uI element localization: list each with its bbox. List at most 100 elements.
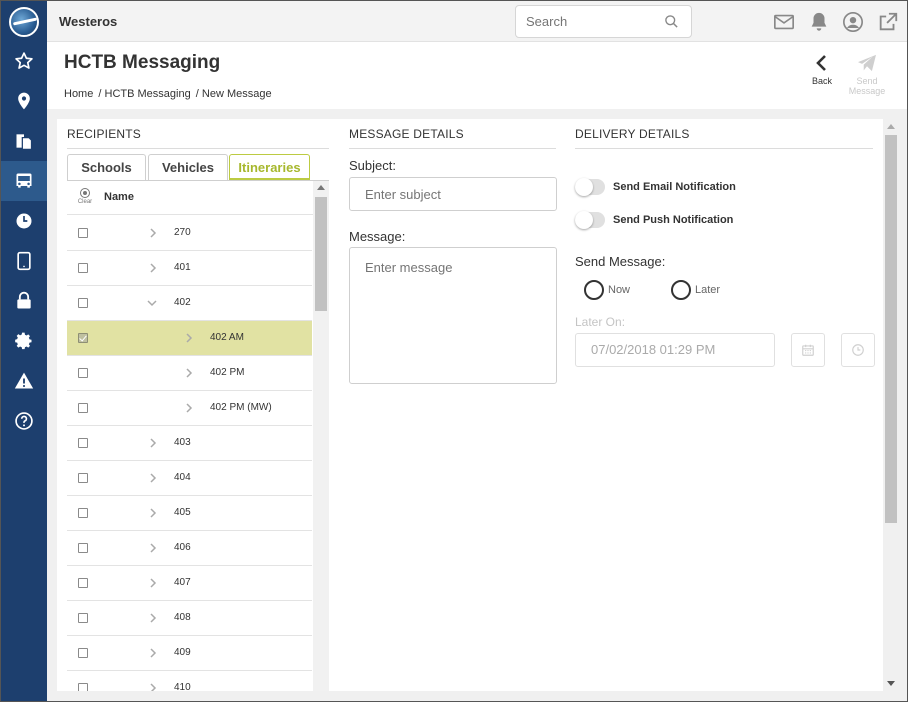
- scroll-down-arrow[interactable]: [887, 681, 895, 686]
- row-checkbox[interactable]: [78, 263, 88, 273]
- tree-row[interactable]: 410: [67, 671, 312, 691]
- row-label: 409: [174, 647, 191, 658]
- chevron-right-icon[interactable]: [149, 647, 157, 659]
- subject-input[interactable]: [349, 177, 557, 211]
- user-account-icon[interactable]: [842, 11, 864, 33]
- time-picker-button[interactable]: [841, 333, 875, 367]
- search-input[interactable]: [526, 6, 666, 36]
- tree-row[interactable]: 403: [67, 426, 312, 461]
- chevron-right-icon[interactable]: [185, 332, 193, 344]
- row-checkbox[interactable]: [78, 368, 88, 378]
- row-checkbox[interactable]: [78, 648, 88, 658]
- row-checkbox[interactable]: [78, 438, 88, 448]
- email-notification-toggle[interactable]: [575, 178, 605, 196]
- chevron-right-icon[interactable]: [149, 227, 157, 239]
- tree-row[interactable]: 402 AM: [67, 321, 312, 356]
- row-checkbox[interactable]: [78, 683, 88, 691]
- name-column-header[interactable]: Name: [104, 191, 134, 203]
- row-checkbox[interactable]: [78, 578, 88, 588]
- tab-vehicles[interactable]: Vehicles: [148, 154, 228, 180]
- tree-scrollbar[interactable]: [313, 181, 329, 691]
- sidebar-item-vehicles[interactable]: [1, 161, 47, 201]
- scroll-up-arrow[interactable]: [317, 185, 325, 190]
- tree-row[interactable]: 402 PM (MW): [67, 391, 312, 426]
- sidebar-item-devices[interactable]: [1, 241, 47, 281]
- search-box[interactable]: [515, 5, 692, 38]
- chevron-right-icon[interactable]: [149, 577, 157, 589]
- chevron-right-icon[interactable]: [149, 437, 157, 449]
- tree-row[interactable]: 409: [67, 636, 312, 671]
- sidebar-item-security[interactable]: [1, 281, 47, 321]
- message-textarea[interactable]: [349, 247, 557, 384]
- sidebar-item-settings[interactable]: [1, 321, 47, 361]
- message-details-divider: [349, 148, 556, 149]
- tree-row[interactable]: 404: [67, 461, 312, 496]
- chevron-right-icon[interactable]: [185, 367, 193, 379]
- subject-label: Subject:: [349, 158, 396, 173]
- tree-row[interactable]: 405: [67, 496, 312, 531]
- tab-schools[interactable]: Schools: [67, 154, 146, 180]
- push-notification-toggle[interactable]: [575, 211, 605, 229]
- send-later-label[interactable]: Later: [695, 284, 720, 296]
- external-link-icon[interactable]: [877, 11, 899, 33]
- scroll-up-arrow[interactable]: [887, 124, 895, 129]
- app-logo[interactable]: [9, 7, 39, 37]
- page-scrollbar-thumb[interactable]: [885, 135, 897, 523]
- toggle-knob: [575, 211, 593, 229]
- chevron-right-icon[interactable]: [185, 402, 193, 414]
- row-checkbox[interactable]: [78, 298, 88, 308]
- tree-scrollbar-thumb[interactable]: [315, 197, 327, 311]
- back-label: Back: [811, 76, 832, 86]
- mail-icon[interactable]: [773, 11, 795, 33]
- breadcrumb: Home / HCTB Messaging / New Message: [64, 88, 274, 100]
- tree-row[interactable]: 270: [67, 216, 312, 251]
- calendar-icon: [802, 344, 814, 356]
- chevron-right-icon[interactable]: [149, 507, 157, 519]
- row-checkbox[interactable]: [78, 403, 88, 413]
- gear-icon: [15, 332, 32, 350]
- sidebar-item-help[interactable]: [1, 401, 47, 441]
- row-checkbox[interactable]: [78, 543, 88, 553]
- tree-row[interactable]: 401: [67, 251, 312, 286]
- sidebar-item-alerts[interactable]: [1, 361, 47, 401]
- tree-row[interactable]: 406: [67, 531, 312, 566]
- sidebar-item-documents[interactable]: [1, 121, 47, 161]
- tree-row[interactable]: 402 PM: [67, 356, 312, 391]
- date-picker-button[interactable]: [791, 333, 825, 367]
- chevron-right-icon[interactable]: [149, 262, 157, 274]
- search-icon[interactable]: [664, 14, 679, 29]
- row-checkbox[interactable]: [78, 508, 88, 518]
- row-checkbox[interactable]: [78, 333, 88, 343]
- bell-icon[interactable]: [808, 11, 830, 33]
- breadcrumb-home[interactable]: Home: [64, 88, 93, 100]
- breadcrumb-new-message: / New Message: [195, 88, 272, 100]
- tab-itineraries[interactable]: Itineraries: [229, 154, 310, 180]
- clear-selection-button[interactable]: Clear: [75, 188, 95, 205]
- breadcrumb-hctb-messaging[interactable]: / HCTB Messaging: [98, 88, 190, 100]
- clear-icon: [80, 188, 90, 198]
- later-on-datetime-input[interactable]: 07/02/2018 01:29 PM: [575, 333, 775, 367]
- row-checkbox[interactable]: [78, 228, 88, 238]
- tree-row[interactable]: 407: [67, 566, 312, 601]
- send-message-button[interactable]: Send Message: [842, 54, 892, 96]
- tree-row[interactable]: 408: [67, 601, 312, 636]
- later-on-label: Later On:: [575, 315, 626, 329]
- page-scrollbar[interactable]: [883, 119, 899, 691]
- chevron-right-icon[interactable]: [149, 682, 157, 691]
- send-now-radio[interactable]: [584, 280, 604, 300]
- chevron-right-icon[interactable]: [149, 542, 157, 554]
- send-later-radio[interactable]: [671, 280, 691, 300]
- sidebar-item-locations[interactable]: [1, 81, 47, 121]
- row-checkbox[interactable]: [78, 473, 88, 483]
- row-checkbox[interactable]: [78, 613, 88, 623]
- sidebar-item-history[interactable]: [1, 201, 47, 241]
- send-now-label[interactable]: Now: [608, 284, 630, 296]
- tree-row[interactable]: 402: [67, 286, 312, 321]
- tree-rows: 270 401 402 402 AM 402 PM 402 PM (MW) 403 404 40…: [67, 216, 313, 691]
- back-button[interactable]: Back: [797, 54, 847, 86]
- new-message-form: RECIPIENTS Schools Vehicles Itineraries …: [57, 119, 883, 691]
- sidebar-item-favorites[interactable]: [1, 41, 47, 81]
- chevron-right-icon[interactable]: [149, 472, 157, 484]
- chevron-down-icon[interactable]: [147, 297, 157, 309]
- chevron-right-icon[interactable]: [149, 612, 157, 624]
